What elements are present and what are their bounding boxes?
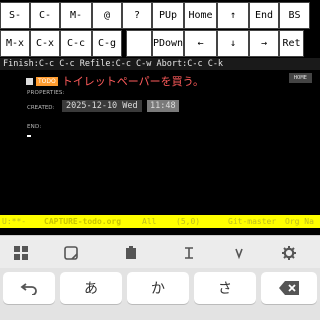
modeline-status: U:**-	[2, 217, 27, 226]
undo-icon[interactable]	[3, 272, 55, 304]
key-sa[interactable]: さ	[194, 272, 256, 304]
settings-icon[interactable]	[280, 244, 298, 262]
key-ctrl[interactable]: C-	[30, 2, 60, 29]
modeline-position: (5,0)	[176, 217, 201, 226]
mode-line: U:**- CAPTURE-todo.org All (5,0) Git-mas…	[0, 215, 320, 228]
key-a[interactable]: あ	[60, 272, 122, 304]
grid-icon[interactable]	[12, 244, 30, 262]
key-down[interactable]: ↓	[217, 30, 249, 57]
text-cursor-icon[interactable]	[180, 244, 198, 262]
capture-help-line: Finish:C-c C-c Refile:C-c C-w Abort:C-c …	[0, 58, 320, 70]
created-label: CREATED:	[27, 105, 55, 111]
text-cursor	[27, 135, 31, 137]
key-home[interactable]: Home	[184, 2, 217, 29]
properties-drawer: PROPERTIES:	[27, 90, 65, 96]
key-super[interactable]: S-	[0, 2, 30, 29]
headline-tag: HOME	[288, 73, 312, 83]
key-up[interactable]: ↑	[217, 2, 249, 29]
org-headline: TODO トイレットペーパーを買う。	[26, 73, 204, 89]
key-at[interactable]: @	[92, 2, 122, 29]
todo-keyword: TODO	[36, 76, 58, 86]
keyboard-toolbar	[0, 235, 320, 269]
key-right[interactable]: →	[249, 30, 279, 57]
sticker-icon[interactable]	[62, 244, 80, 262]
key-pageup[interactable]: PUp	[152, 2, 184, 29]
extra-keys-row-2: M-x C-x C-c C-g PDown ← ↓ → Ret	[0, 30, 320, 57]
key-ctrl-x[interactable]: C-x	[30, 30, 60, 57]
key-meta[interactable]: M-	[60, 2, 92, 29]
drawer-end: END:	[27, 124, 42, 130]
soft-keyboard: あ か さ	[0, 268, 320, 320]
text-cursor-icon[interactable]	[230, 244, 248, 262]
key-pagedown[interactable]: PDown	[152, 30, 184, 57]
key-end[interactable]: End	[249, 2, 279, 29]
key-ctrl-g[interactable]: C-g	[92, 30, 122, 57]
editor-buffer[interactable]: TODO トイレットペーパーを買う。 HOME PROPERTIES: CREA…	[0, 70, 320, 215]
modeline-scope: All	[142, 217, 157, 226]
key-blank[interactable]	[126, 30, 152, 57]
extra-keys-row-1: S- C- M- @ ? PUp Home ↑ End BS	[0, 2, 320, 29]
key-ctrl-c[interactable]: C-c	[60, 30, 92, 57]
created-time: 11:48	[147, 100, 179, 112]
key-ka[interactable]: か	[127, 272, 189, 304]
modeline-branch: Git-master	[228, 217, 277, 226]
backspace-icon[interactable]	[261, 272, 317, 304]
modeline-buffer: CAPTURE-todo.org	[44, 217, 122, 226]
key-backspace[interactable]: BS	[279, 2, 310, 29]
heading-bullet-icon	[26, 77, 33, 85]
key-return[interactable]: Ret	[279, 30, 304, 57]
key-question[interactable]: ?	[122, 2, 152, 29]
key-left[interactable]: ←	[184, 30, 217, 57]
clipboard-icon[interactable]	[122, 244, 140, 262]
headline-text: トイレットペーパーを買う。	[61, 75, 204, 88]
key-meta-x[interactable]: M-x	[0, 30, 30, 57]
created-date: 2025-12-10 Wed	[62, 100, 142, 112]
modeline-mode: Org Na	[285, 217, 314, 226]
